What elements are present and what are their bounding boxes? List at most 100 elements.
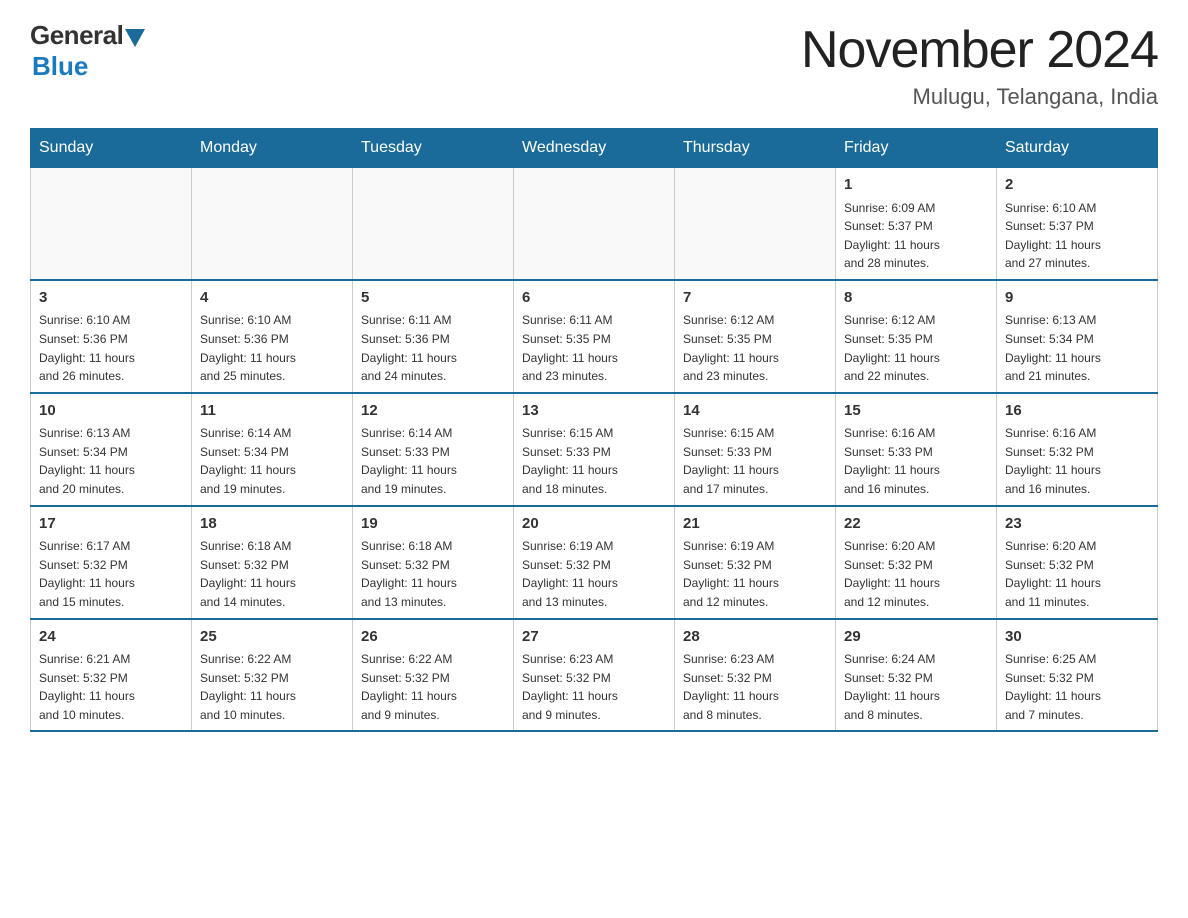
day-info: Sunrise: 6:18 AMSunset: 5:32 PMDaylight:…: [361, 537, 505, 611]
day-number: 18: [200, 513, 344, 536]
day-info: Sunrise: 6:15 AMSunset: 5:33 PMDaylight:…: [522, 424, 666, 498]
day-number: 21: [683, 513, 827, 536]
calendar-cell: 4Sunrise: 6:10 AMSunset: 5:36 PMDaylight…: [192, 280, 353, 393]
day-number: 1: [844, 174, 988, 197]
calendar-week-row-3: 10Sunrise: 6:13 AMSunset: 5:34 PMDayligh…: [31, 393, 1158, 506]
logo-blue-text: Blue: [32, 51, 88, 82]
day-number: 25: [200, 626, 344, 649]
day-number: 8: [844, 287, 988, 310]
calendar-cell: 5Sunrise: 6:11 AMSunset: 5:36 PMDaylight…: [353, 280, 514, 393]
weekday-header-row: SundayMondayTuesdayWednesdayThursdayFrid…: [31, 129, 1158, 168]
day-info: Sunrise: 6:13 AMSunset: 5:34 PMDaylight:…: [39, 424, 183, 498]
day-number: 28: [683, 626, 827, 649]
day-number: 3: [39, 287, 183, 310]
day-number: 10: [39, 400, 183, 423]
day-info: Sunrise: 6:21 AMSunset: 5:32 PMDaylight:…: [39, 650, 183, 724]
calendar-cell: 2Sunrise: 6:10 AMSunset: 5:37 PMDaylight…: [997, 168, 1158, 280]
calendar-cell: [353, 168, 514, 280]
calendar-table: SundayMondayTuesdayWednesdayThursdayFrid…: [30, 128, 1158, 732]
day-number: 30: [1005, 626, 1149, 649]
logo-triangle-icon: [125, 29, 145, 47]
day-info: Sunrise: 6:10 AMSunset: 5:37 PMDaylight:…: [1005, 199, 1149, 273]
calendar-cell: 17Sunrise: 6:17 AMSunset: 5:32 PMDayligh…: [31, 506, 192, 619]
day-number: 20: [522, 513, 666, 536]
calendar-cell: 9Sunrise: 6:13 AMSunset: 5:34 PMDaylight…: [997, 280, 1158, 393]
day-number: 15: [844, 400, 988, 423]
day-info: Sunrise: 6:19 AMSunset: 5:32 PMDaylight:…: [683, 537, 827, 611]
day-info: Sunrise: 6:20 AMSunset: 5:32 PMDaylight:…: [844, 537, 988, 611]
weekday-header-tuesday: Tuesday: [353, 129, 514, 168]
day-info: Sunrise: 6:23 AMSunset: 5:32 PMDaylight:…: [522, 650, 666, 724]
calendar-cell: 13Sunrise: 6:15 AMSunset: 5:33 PMDayligh…: [514, 393, 675, 506]
calendar-cell: 7Sunrise: 6:12 AMSunset: 5:35 PMDaylight…: [675, 280, 836, 393]
calendar-cell: 6Sunrise: 6:11 AMSunset: 5:35 PMDaylight…: [514, 280, 675, 393]
day-number: 5: [361, 287, 505, 310]
day-number: 9: [1005, 287, 1149, 310]
calendar-cell: 25Sunrise: 6:22 AMSunset: 5:32 PMDayligh…: [192, 619, 353, 732]
calendar-cell: [514, 168, 675, 280]
calendar-week-row-5: 24Sunrise: 6:21 AMSunset: 5:32 PMDayligh…: [31, 619, 1158, 732]
calendar-cell: 11Sunrise: 6:14 AMSunset: 5:34 PMDayligh…: [192, 393, 353, 506]
calendar-cell: 12Sunrise: 6:14 AMSunset: 5:33 PMDayligh…: [353, 393, 514, 506]
day-info: Sunrise: 6:22 AMSunset: 5:32 PMDaylight:…: [361, 650, 505, 724]
day-number: 14: [683, 400, 827, 423]
calendar-cell: [192, 168, 353, 280]
day-info: Sunrise: 6:25 AMSunset: 5:32 PMDaylight:…: [1005, 650, 1149, 724]
calendar-week-row-1: 1Sunrise: 6:09 AMSunset: 5:37 PMDaylight…: [31, 168, 1158, 280]
calendar-cell: 18Sunrise: 6:18 AMSunset: 5:32 PMDayligh…: [192, 506, 353, 619]
day-info: Sunrise: 6:18 AMSunset: 5:32 PMDaylight:…: [200, 537, 344, 611]
day-number: 11: [200, 400, 344, 423]
weekday-header-sunday: Sunday: [31, 129, 192, 168]
location-title: Mulugu, Telangana, India: [801, 84, 1158, 110]
calendar-cell: 22Sunrise: 6:20 AMSunset: 5:32 PMDayligh…: [836, 506, 997, 619]
day-number: 29: [844, 626, 988, 649]
day-info: Sunrise: 6:15 AMSunset: 5:33 PMDaylight:…: [683, 424, 827, 498]
day-info: Sunrise: 6:16 AMSunset: 5:32 PMDaylight:…: [1005, 424, 1149, 498]
calendar-cell: 28Sunrise: 6:23 AMSunset: 5:32 PMDayligh…: [675, 619, 836, 732]
calendar-cell: 1Sunrise: 6:09 AMSunset: 5:37 PMDaylight…: [836, 168, 997, 280]
day-number: 16: [1005, 400, 1149, 423]
calendar-cell: 21Sunrise: 6:19 AMSunset: 5:32 PMDayligh…: [675, 506, 836, 619]
month-title: November 2024: [801, 20, 1158, 80]
day-info: Sunrise: 6:12 AMSunset: 5:35 PMDaylight:…: [844, 311, 988, 385]
day-number: 24: [39, 626, 183, 649]
day-number: 23: [1005, 513, 1149, 536]
calendar-cell: 3Sunrise: 6:10 AMSunset: 5:36 PMDaylight…: [31, 280, 192, 393]
calendar-cell: 27Sunrise: 6:23 AMSunset: 5:32 PMDayligh…: [514, 619, 675, 732]
calendar-cell: 16Sunrise: 6:16 AMSunset: 5:32 PMDayligh…: [997, 393, 1158, 506]
day-info: Sunrise: 6:24 AMSunset: 5:32 PMDaylight:…: [844, 650, 988, 724]
calendar-cell: 8Sunrise: 6:12 AMSunset: 5:35 PMDaylight…: [836, 280, 997, 393]
day-number: 4: [200, 287, 344, 310]
day-number: 22: [844, 513, 988, 536]
day-info: Sunrise: 6:10 AMSunset: 5:36 PMDaylight:…: [200, 311, 344, 385]
calendar-cell: 20Sunrise: 6:19 AMSunset: 5:32 PMDayligh…: [514, 506, 675, 619]
calendar-cell: 19Sunrise: 6:18 AMSunset: 5:32 PMDayligh…: [353, 506, 514, 619]
day-number: 26: [361, 626, 505, 649]
day-info: Sunrise: 6:11 AMSunset: 5:36 PMDaylight:…: [361, 311, 505, 385]
calendar-cell: 14Sunrise: 6:15 AMSunset: 5:33 PMDayligh…: [675, 393, 836, 506]
calendar-cell: 26Sunrise: 6:22 AMSunset: 5:32 PMDayligh…: [353, 619, 514, 732]
calendar-cell: 15Sunrise: 6:16 AMSunset: 5:33 PMDayligh…: [836, 393, 997, 506]
logo: General Blue: [30, 20, 145, 82]
day-number: 6: [522, 287, 666, 310]
calendar-week-row-2: 3 Sunrise: 6:10 AMSunset: 5:36 PMDaylight…: [31, 280, 1158, 393]
calendar-cell: 24Sunrise: 6:21 AMSunset: 5:32 PMDayligh…: [31, 619, 192, 732]
day-number: 27: [522, 626, 666, 649]
logo-general-text: General: [30, 20, 123, 51]
day-number: 17: [39, 513, 183, 536]
day-info: Sunrise: 6:23 AMSunset: 5:32 PMDaylight:…: [683, 650, 827, 724]
calendar-cell: 23Sunrise: 6:20 AMSunset: 5:32 PMDayligh…: [997, 506, 1158, 619]
day-number: 13: [522, 400, 666, 423]
day-info: Sunrise: 6:13 AMSunset: 5:34 PMDaylight:…: [1005, 311, 1149, 385]
weekday-header-wednesday: Wednesday: [514, 129, 675, 168]
weekday-header-saturday: Saturday: [997, 129, 1158, 168]
day-info: Sunrise: 6:11 AMSunset: 5:35 PMDaylight:…: [522, 311, 666, 385]
weekday-header-thursday: Thursday: [675, 129, 836, 168]
calendar-week-row-4: 17Sunrise: 6:17 AMSunset: 5:32 PMDayligh…: [31, 506, 1158, 619]
weekday-header-friday: Friday: [836, 129, 997, 168]
day-info: Sunrise: 6:14 AMSunset: 5:33 PMDaylight:…: [361, 424, 505, 498]
day-info: Sunrise: 6:14 AMSunset: 5:34 PMDaylight:…: [200, 424, 344, 498]
day-info: Sunrise: 6:20 AMSunset: 5:32 PMDaylight:…: [1005, 537, 1149, 611]
calendar-cell: 29Sunrise: 6:24 AMSunset: 5:32 PMDayligh…: [836, 619, 997, 732]
day-number: 19: [361, 513, 505, 536]
